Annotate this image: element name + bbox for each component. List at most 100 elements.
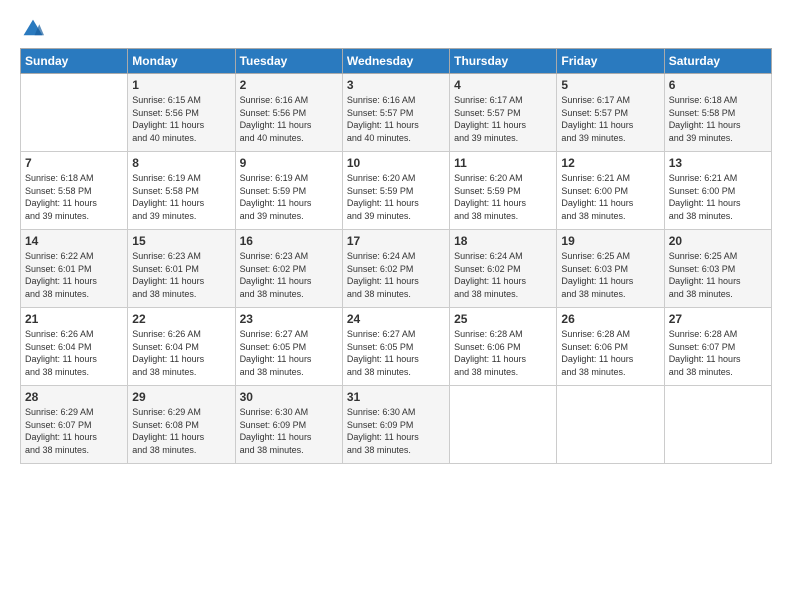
logo [20, 18, 46, 40]
week-row-5: 28 Sunrise: 6:29 AM Sunset: 6:07 PM Dayli… [21, 386, 772, 464]
cell-2-4: 10Sunrise: 6:20 AM Sunset: 5:59 PM Dayli… [342, 152, 449, 230]
day-info: Sunrise: 6:18 AM Sunset: 5:58 PM Dayligh… [669, 94, 767, 144]
day-number: 14 [25, 234, 123, 248]
cell-5-2: 29 Sunrise: 6:29 AM Sunset: 6:08 PM Dayli… [128, 386, 235, 464]
cell-1-5: 4Sunrise: 6:17 AM Sunset: 5:57 PM Daylig… [450, 74, 557, 152]
day-info: Sunrise: 6:29 AM Sunset: 6:07 PM Dayligh… [25, 406, 123, 456]
cell-1-2: 1 Sunrise: 6:15 AM Sunset: 5:56 PM Daylig… [128, 74, 235, 152]
cell-5-5 [450, 386, 557, 464]
day-info: Sunrise: 6:17 AM Sunset: 5:57 PM Dayligh… [454, 94, 552, 144]
day-number: 11 [454, 156, 552, 170]
day-number: 16 [240, 234, 338, 248]
day-number: 22 [132, 312, 230, 326]
cell-3-4: 17 Sunrise: 6:24 AM Sunset: 6:02 PM Dayli… [342, 230, 449, 308]
cell-3-3: 16Sunrise: 6:23 AM Sunset: 6:02 PM Dayli… [235, 230, 342, 308]
day-number: 27 [669, 312, 767, 326]
day-info: Sunrise: 6:27 AM Sunset: 6:05 PM Dayligh… [347, 328, 445, 378]
cell-2-6: 12Sunrise: 6:21 AM Sunset: 6:00 PM Dayli… [557, 152, 664, 230]
cell-5-6 [557, 386, 664, 464]
day-number: 25 [454, 312, 552, 326]
day-info: Sunrise: 6:17 AM Sunset: 5:57 PM Dayligh… [561, 94, 659, 144]
cell-1-1 [21, 74, 128, 152]
day-info: Sunrise: 6:28 AM Sunset: 6:07 PM Dayligh… [669, 328, 767, 378]
day-number: 6 [669, 78, 767, 92]
day-info: Sunrise: 6:28 AM Sunset: 6:06 PM Dayligh… [454, 328, 552, 378]
day-info: Sunrise: 6:30 AM Sunset: 6:09 PM Dayligh… [240, 406, 338, 456]
day-info: Sunrise: 6:22 AM Sunset: 6:01 PM Dayligh… [25, 250, 123, 300]
cell-2-7: 13 Sunrise: 6:21 AM Sunset: 6:00 PM Dayli… [664, 152, 771, 230]
day-number: 24 [347, 312, 445, 326]
day-number: 29 [132, 390, 230, 404]
day-info: Sunrise: 6:20 AM Sunset: 5:59 PM Dayligh… [454, 172, 552, 222]
day-number: 23 [240, 312, 338, 326]
day-number: 7 [25, 156, 123, 170]
col-header-saturday: Saturday [664, 49, 771, 74]
col-header-sunday: Sunday [21, 49, 128, 74]
cell-3-6: 19 Sunrise: 6:25 AM Sunset: 6:03 PM Dayli… [557, 230, 664, 308]
day-number: 19 [561, 234, 659, 248]
col-header-monday: Monday [128, 49, 235, 74]
day-info: Sunrise: 6:19 AM Sunset: 5:58 PM Dayligh… [132, 172, 230, 222]
cell-2-1: 7Sunrise: 6:18 AM Sunset: 5:58 PM Daylig… [21, 152, 128, 230]
header-row: SundayMondayTuesdayWednesdayThursdayFrid… [21, 49, 772, 74]
day-number: 1 [132, 78, 230, 92]
day-info: Sunrise: 6:30 AM Sunset: 6:09 PM Dayligh… [347, 406, 445, 456]
cell-4-3: 23Sunrise: 6:27 AM Sunset: 6:05 PM Dayli… [235, 308, 342, 386]
day-number: 9 [240, 156, 338, 170]
day-number: 17 [347, 234, 445, 248]
day-info: Sunrise: 6:21 AM Sunset: 6:00 PM Dayligh… [561, 172, 659, 222]
cell-5-3: 30Sunrise: 6:30 AM Sunset: 6:09 PM Dayli… [235, 386, 342, 464]
day-number: 31 [347, 390, 445, 404]
day-info: Sunrise: 6:26 AM Sunset: 6:04 PM Dayligh… [132, 328, 230, 378]
week-row-3: 14 Sunrise: 6:22 AM Sunset: 6:01 PM Dayli… [21, 230, 772, 308]
cell-1-7: 6 Sunrise: 6:18 AM Sunset: 5:58 PM Daylig… [664, 74, 771, 152]
cell-4-6: 26 Sunrise: 6:28 AM Sunset: 6:06 PM Dayli… [557, 308, 664, 386]
cell-3-7: 20 Sunrise: 6:25 AM Sunset: 6:03 PM Dayli… [664, 230, 771, 308]
day-info: Sunrise: 6:26 AM Sunset: 6:04 PM Dayligh… [25, 328, 123, 378]
day-number: 18 [454, 234, 552, 248]
day-number: 10 [347, 156, 445, 170]
cell-3-5: 18 Sunrise: 6:24 AM Sunset: 6:02 PM Dayli… [450, 230, 557, 308]
cell-4-5: 25 Sunrise: 6:28 AM Sunset: 6:06 PM Dayli… [450, 308, 557, 386]
day-info: Sunrise: 6:21 AM Sunset: 6:00 PM Dayligh… [669, 172, 767, 222]
day-number: 13 [669, 156, 767, 170]
logo-icon [22, 18, 44, 40]
day-info: Sunrise: 6:15 AM Sunset: 5:56 PM Dayligh… [132, 94, 230, 144]
cell-4-2: 22 Sunrise: 6:26 AM Sunset: 6:04 PM Dayli… [128, 308, 235, 386]
day-info: Sunrise: 6:28 AM Sunset: 6:06 PM Dayligh… [561, 328, 659, 378]
cell-1-6: 5 Sunrise: 6:17 AM Sunset: 5:57 PM Daylig… [557, 74, 664, 152]
cell-5-7 [664, 386, 771, 464]
col-header-tuesday: Tuesday [235, 49, 342, 74]
day-number: 3 [347, 78, 445, 92]
header [20, 18, 772, 40]
cell-4-7: 27 Sunrise: 6:28 AM Sunset: 6:07 PM Dayli… [664, 308, 771, 386]
cell-2-2: 8 Sunrise: 6:19 AM Sunset: 5:58 PM Daylig… [128, 152, 235, 230]
cell-5-4: 31 Sunrise: 6:30 AM Sunset: 6:09 PM Dayli… [342, 386, 449, 464]
cell-3-2: 15Sunrise: 6:23 AM Sunset: 6:01 PM Dayli… [128, 230, 235, 308]
day-info: Sunrise: 6:24 AM Sunset: 6:02 PM Dayligh… [454, 250, 552, 300]
cell-4-4: 24 Sunrise: 6:27 AM Sunset: 6:05 PM Dayli… [342, 308, 449, 386]
day-number: 15 [132, 234, 230, 248]
day-info: Sunrise: 6:19 AM Sunset: 5:59 PM Dayligh… [240, 172, 338, 222]
day-number: 20 [669, 234, 767, 248]
cell-2-3: 9 Sunrise: 6:19 AM Sunset: 5:59 PM Daylig… [235, 152, 342, 230]
col-header-thursday: Thursday [450, 49, 557, 74]
day-number: 28 [25, 390, 123, 404]
cell-1-3: 2Sunrise: 6:16 AM Sunset: 5:56 PM Daylig… [235, 74, 342, 152]
cell-4-1: 21Sunrise: 6:26 AM Sunset: 6:04 PM Dayli… [21, 308, 128, 386]
day-number: 8 [132, 156, 230, 170]
cell-1-4: 3 Sunrise: 6:16 AM Sunset: 5:57 PM Daylig… [342, 74, 449, 152]
day-info: Sunrise: 6:16 AM Sunset: 5:57 PM Dayligh… [347, 94, 445, 144]
day-number: 26 [561, 312, 659, 326]
col-header-friday: Friday [557, 49, 664, 74]
page: SundayMondayTuesdayWednesdayThursdayFrid… [0, 0, 792, 612]
week-row-4: 21Sunrise: 6:26 AM Sunset: 6:04 PM Dayli… [21, 308, 772, 386]
day-info: Sunrise: 6:25 AM Sunset: 6:03 PM Dayligh… [561, 250, 659, 300]
calendar-table: SundayMondayTuesdayWednesdayThursdayFrid… [20, 48, 772, 464]
day-number: 2 [240, 78, 338, 92]
cell-2-5: 11 Sunrise: 6:20 AM Sunset: 5:59 PM Dayli… [450, 152, 557, 230]
day-info: Sunrise: 6:25 AM Sunset: 6:03 PM Dayligh… [669, 250, 767, 300]
day-info: Sunrise: 6:24 AM Sunset: 6:02 PM Dayligh… [347, 250, 445, 300]
day-info: Sunrise: 6:29 AM Sunset: 6:08 PM Dayligh… [132, 406, 230, 456]
day-number: 5 [561, 78, 659, 92]
